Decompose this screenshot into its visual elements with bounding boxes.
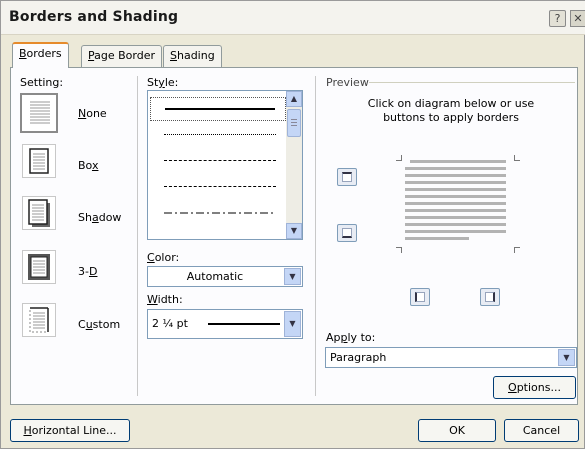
preview-text-line xyxy=(405,167,506,170)
right-border-button[interactable] xyxy=(480,288,500,306)
width-dropdown[interactable]: 2 ¼ pt ▼ xyxy=(147,309,303,339)
chevron-down-icon[interactable]: ▼ xyxy=(284,311,301,337)
bottom-border-button[interactable] xyxy=(337,224,357,242)
preview-corner-mark xyxy=(396,155,402,161)
setting-none-label[interactable]: None xyxy=(78,107,107,120)
style-heading: Style: xyxy=(147,76,179,89)
column-divider xyxy=(315,76,316,396)
setting-3d-label[interactable]: 3-D xyxy=(78,265,97,278)
preview-diagram[interactable] xyxy=(396,149,520,255)
color-dropdown[interactable]: Automatic ▼ xyxy=(147,266,303,287)
preview-text-line xyxy=(405,181,506,184)
scroll-up-icon[interactable]: ▲ xyxy=(286,91,302,107)
preview-instruction-line2: buttons to apply borders xyxy=(383,111,519,124)
style-option-dashed[interactable] xyxy=(150,175,286,199)
style-option-dotted[interactable] xyxy=(150,123,286,147)
chevron-down-icon[interactable]: ▼ xyxy=(558,349,575,366)
color-heading: Color: xyxy=(147,251,180,264)
preview-text-line xyxy=(405,237,469,240)
scroll-down-icon[interactable]: ▼ xyxy=(286,223,302,239)
apply-to-dropdown[interactable]: Paragraph ▼ xyxy=(325,347,577,368)
setting-none-icon[interactable] xyxy=(20,93,58,133)
column-divider xyxy=(137,76,138,396)
ok-button[interactable]: OK xyxy=(418,419,496,442)
style-option-dash-dot[interactable] xyxy=(150,201,286,225)
setting-custom-icon[interactable] xyxy=(22,303,56,337)
preview-text-line xyxy=(405,216,506,219)
left-border-button[interactable] xyxy=(410,288,430,306)
preview-corner-mark xyxy=(514,155,520,161)
preview-text-line xyxy=(405,202,506,205)
preview-heading: Preview xyxy=(326,76,369,89)
horizontal-line-button[interactable]: Horizontal Line... xyxy=(10,419,130,442)
style-scrollbar[interactable]: ▲ ▼ xyxy=(286,91,302,239)
setting-shadow-icon[interactable] xyxy=(22,196,56,230)
preview-text-line xyxy=(405,174,506,177)
color-value: Automatic xyxy=(186,270,244,283)
width-line-sample xyxy=(208,323,280,325)
style-option-solid[interactable] xyxy=(150,97,286,121)
preview-instruction-line1: Click on diagram below or use xyxy=(367,97,535,110)
apply-to-label: Apply to: xyxy=(326,331,376,344)
cancel-button[interactable]: Cancel xyxy=(504,419,579,442)
preview-text-line xyxy=(405,223,506,226)
setting-shadow-label[interactable]: Shadow xyxy=(78,211,121,224)
preview-corner-mark xyxy=(396,247,402,253)
preview-group-line xyxy=(369,82,575,83)
preview-corner-mark xyxy=(514,247,520,253)
apply-to-value: Paragraph xyxy=(330,351,387,364)
borders-and-shading-dialog: Borders and Shading ? ✕ Borders Page Bor… xyxy=(0,0,585,449)
panel-content: Setting: None Box Shadow 3-D Custom Styl… xyxy=(1,1,585,450)
options-button[interactable]: Options... xyxy=(493,376,576,399)
setting-box-icon[interactable] xyxy=(22,144,56,178)
preview-text-line xyxy=(405,195,506,198)
chevron-down-icon[interactable]: ▼ xyxy=(284,268,301,285)
setting-3d-icon[interactable] xyxy=(22,250,56,284)
width-heading: Width: xyxy=(147,293,183,306)
preview-text-line xyxy=(405,209,506,212)
setting-custom-label[interactable]: Custom xyxy=(78,318,120,331)
style-option-dashed-small[interactable] xyxy=(150,149,286,173)
preview-text-line xyxy=(410,160,506,163)
setting-box-label[interactable]: Box xyxy=(78,159,98,172)
top-border-button[interactable] xyxy=(337,168,357,186)
style-listbox[interactable]: ▲ ▼ xyxy=(147,90,303,240)
width-value: 2 ¼ pt xyxy=(152,317,188,330)
setting-heading: Setting: xyxy=(20,76,64,89)
preview-text-line xyxy=(405,188,506,191)
preview-text-line xyxy=(405,230,506,233)
scroll-thumb[interactable] xyxy=(287,109,301,137)
